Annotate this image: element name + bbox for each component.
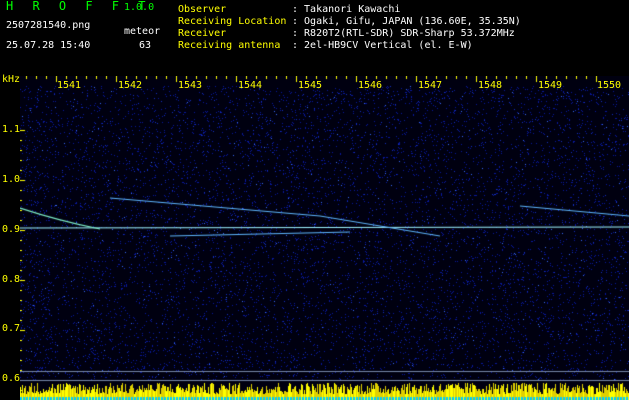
y-tick-label: 0.7	[2, 323, 21, 334]
location-value: : Ogaki, Gifu, JAPAN (136.60E, 35.35N)	[292, 16, 521, 27]
y-axis-unit: kHz	[2, 74, 21, 85]
y-tick-label: 0.8	[2, 274, 21, 285]
y-tick-label: 1.0	[2, 174, 21, 185]
x-tick-label: 1548	[478, 80, 503, 91]
x-tick-label: 1549	[538, 80, 563, 91]
spectrogram-window: { "header": { "app_title": "H R O F F T"…	[0, 0, 629, 400]
receiver-value: : R820T2(RTL-SDR) SDR-Sharp 53.372MHz	[292, 28, 515, 39]
x-tick-label: 1550	[597, 80, 622, 91]
x-tick-label: 1543	[178, 80, 203, 91]
x-tick-label: 1546	[358, 80, 383, 91]
datetime: 25.07.28 15:40	[6, 40, 91, 51]
receiver-label: Receiver	[178, 28, 227, 39]
spectrogram-plot	[20, 76, 629, 400]
x-tick-label: 1541	[57, 80, 82, 91]
x-tick-label: 1545	[298, 80, 323, 91]
y-tick-label: 1.1	[2, 124, 21, 135]
x-tick-label: 1542	[118, 80, 143, 91]
x-tick-label: 1547	[418, 80, 443, 91]
meteor-count: 63	[139, 40, 152, 51]
file-name: 2507281540.png	[6, 20, 91, 31]
x-tick-label: 1544	[238, 80, 263, 91]
observer-label: Observer	[178, 4, 227, 15]
app-version: 1.0.0	[124, 2, 155, 13]
location-label: Receiving Location	[178, 16, 287, 27]
meteor-label: meteor	[124, 26, 161, 37]
antenna-value: : 2el-HB9CV Vertical (el. E-W)	[292, 40, 473, 51]
observer-value: : Takanori Kawachi	[292, 4, 401, 15]
y-tick-label: 0.6	[2, 373, 21, 384]
antenna-label: Receiving antenna	[178, 40, 281, 51]
y-tick-label: 0.9	[2, 224, 21, 235]
